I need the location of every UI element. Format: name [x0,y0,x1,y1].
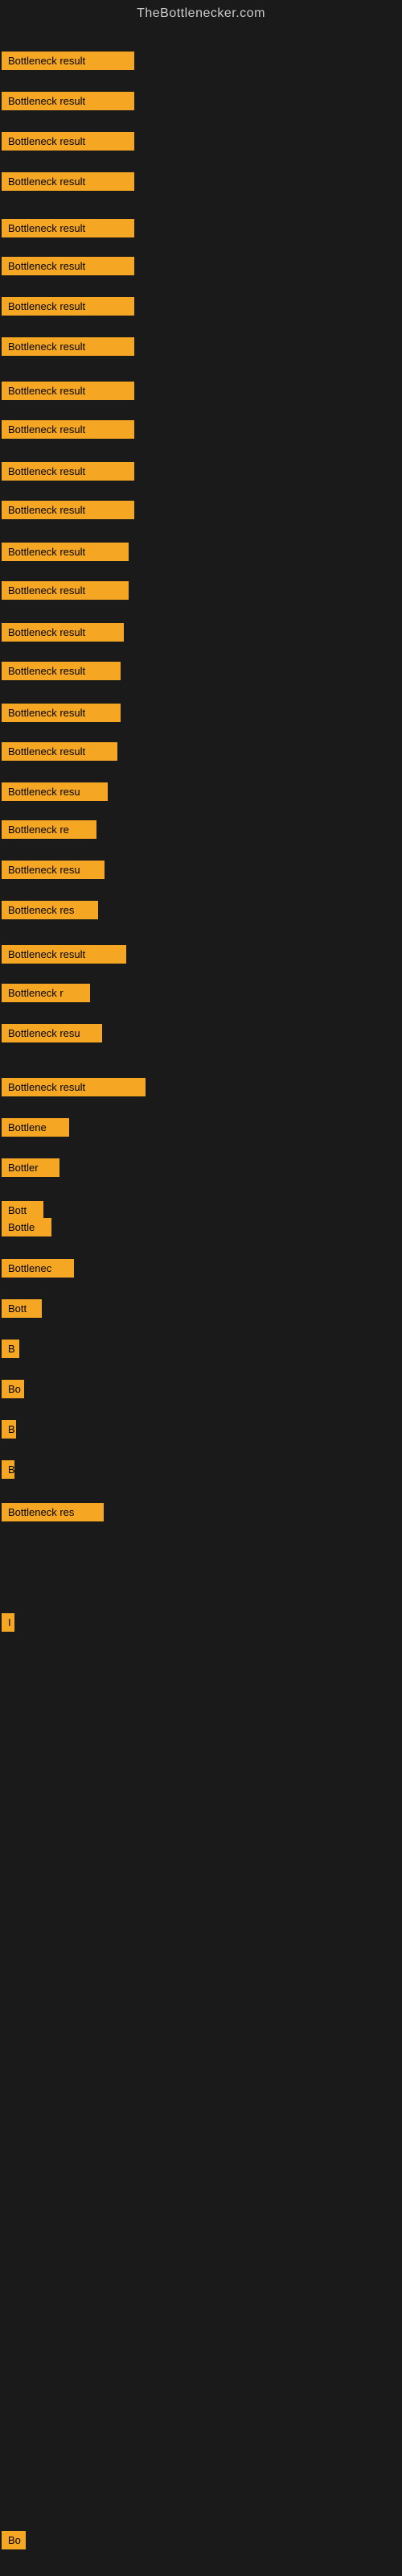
bottleneck-bar-31: Bott [2,1299,42,1318]
bottleneck-bar-29: Bottle [2,1218,51,1236]
bottleneck-bar-13: Bottleneck result [2,581,129,600]
bottleneck-bar-21: Bottleneck res [2,901,98,919]
bottleneck-bar-18: Bottleneck resu [2,782,108,801]
bottleneck-bar-33: Bo [2,1380,24,1398]
bottleneck-bar-12: Bottleneck result [2,543,129,561]
bottleneck-bar-5: Bottleneck result [2,257,134,275]
bottleneck-bar-25: Bottleneck result [2,1078,146,1096]
bottleneck-bar-27: Bottler [2,1158,59,1177]
bottleneck-bar-26: Bottlene [2,1118,69,1137]
bottleneck-bar-35: B [2,1460,14,1479]
bottleneck-bar-36: Bottleneck res [2,1503,104,1521]
site-title: TheBottlenecker.com [0,0,402,27]
bottleneck-bar-9: Bottleneck result [2,420,134,439]
bottleneck-bar-22: Bottleneck result [2,945,126,964]
bottleneck-bar-6: Bottleneck result [2,297,134,316]
bottleneck-bar-0: Bottleneck result [2,52,134,70]
bottleneck-bar-32: B [2,1340,19,1358]
bottleneck-bar-30: Bottlenec [2,1259,74,1278]
bottleneck-bar-16: Bottleneck result [2,704,121,722]
bottleneck-bar-34: B [2,1420,16,1439]
bottleneck-bar-37: I [2,1613,14,1632]
bottleneck-bar-8: Bottleneck result [2,382,134,400]
bottleneck-bar-3: Bottleneck result [2,172,134,191]
bottleneck-bar-10: Bottleneck result [2,462,134,481]
bottleneck-bar-23: Bottleneck r [2,984,90,1002]
bottleneck-bar-24: Bottleneck resu [2,1024,102,1042]
bars-container: Bottleneck result Bottleneck result Bottle… [0,35,402,2571]
bottleneck-bar-7: Bottleneck result [2,337,134,356]
bottleneck-bar-2: Bottleneck result [2,132,134,151]
bottleneck-bar-11: Bottleneck result [2,501,134,519]
bottleneck-bar-1: Bottleneck result [2,92,134,110]
bottleneck-bar-38: Bo [2,2531,26,2549]
bottleneck-bar-20: Bottleneck resu [2,861,105,879]
bottleneck-bar-28: Bott [2,1201,43,1220]
bottleneck-bar-4: Bottleneck result [2,219,134,237]
bottleneck-bar-15: Bottleneck result [2,662,121,680]
bottleneck-bar-14: Bottleneck result [2,623,124,642]
bottleneck-bar-19: Bottleneck re [2,820,96,839]
bottleneck-bar-17: Bottleneck result [2,742,117,761]
